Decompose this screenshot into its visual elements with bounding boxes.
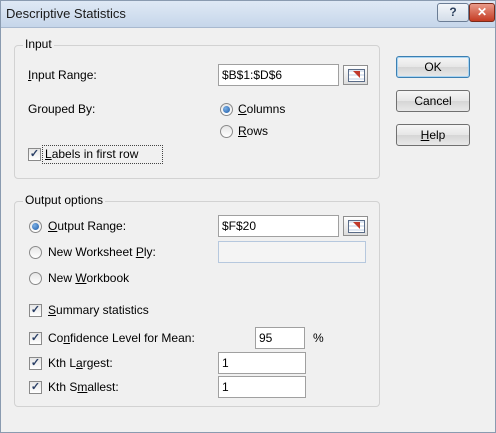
help-button[interactable]: Help	[396, 124, 470, 146]
confidence-level-field[interactable]: 95	[255, 327, 305, 349]
grouped-by-columns-label[interactable]: Columns	[238, 102, 285, 116]
close-icon[interactable]: ✕	[469, 3, 495, 22]
grouped-by-label: Grouped By:	[28, 102, 96, 116]
new-workbook-label[interactable]: New Workbook	[48, 271, 129, 285]
range-selector-icon	[348, 220, 365, 233]
kth-smallest-checkbox[interactable]: ✓	[29, 381, 42, 394]
kth-largest-field[interactable]: 1	[218, 352, 306, 374]
confidence-level-label[interactable]: Confidence Level for Mean:	[48, 331, 195, 345]
grouped-by-columns-radio[interactable]	[220, 103, 233, 116]
range-selector-icon	[348, 69, 365, 82]
input-range-field[interactable]: $B$1:$D$6	[218, 64, 339, 86]
output-range-field[interactable]: $F$20	[218, 215, 339, 237]
new-worksheet-ply-radio[interactable]	[29, 246, 42, 259]
output-range-label[interactable]: Output Range:	[48, 219, 126, 233]
grouped-by-rows-label[interactable]: Rows	[238, 124, 268, 138]
help-question-icon[interactable]: ?	[437, 3, 469, 22]
kth-largest-checkbox[interactable]: ✓	[29, 357, 42, 370]
summary-statistics-label[interactable]: Summary statistics	[48, 303, 149, 317]
confidence-level-percent-sign: %	[313, 331, 324, 345]
summary-statistics-checkbox[interactable]: ✓	[29, 304, 42, 317]
cancel-button[interactable]: Cancel	[396, 90, 470, 112]
labels-first-row-label[interactable]: Labels in first row	[45, 147, 138, 161]
descriptive-statistics-dialog: Descriptive Statistics ? ✕ Input Input R…	[0, 0, 496, 433]
ok-button[interactable]: OK	[396, 56, 470, 78]
new-worksheet-ply-field[interactable]	[218, 241, 366, 263]
title-bar: Descriptive Statistics ? ✕	[1, 1, 495, 28]
input-range-collapse-button[interactable]	[343, 65, 368, 85]
output-range-radio[interactable]	[29, 220, 42, 233]
output-options-group-label: Output options	[23, 193, 106, 207]
dialog-title: Descriptive Statistics	[6, 6, 126, 21]
kth-smallest-field[interactable]: 1	[218, 376, 306, 398]
input-range-label: Input Range:	[28, 68, 97, 82]
new-workbook-radio[interactable]	[29, 272, 42, 285]
new-worksheet-ply-label[interactable]: New Worksheet Ply:	[48, 245, 156, 259]
labels-first-row-checkbox[interactable]: ✓	[28, 148, 41, 161]
input-group-label: Input	[23, 37, 54, 51]
grouped-by-rows-radio[interactable]	[220, 125, 233, 138]
kth-smallest-label[interactable]: Kth Smallest:	[48, 380, 119, 394]
output-range-collapse-button[interactable]	[343, 216, 368, 236]
kth-largest-label[interactable]: Kth Largest:	[48, 356, 113, 370]
confidence-level-checkbox[interactable]: ✓	[29, 332, 42, 345]
